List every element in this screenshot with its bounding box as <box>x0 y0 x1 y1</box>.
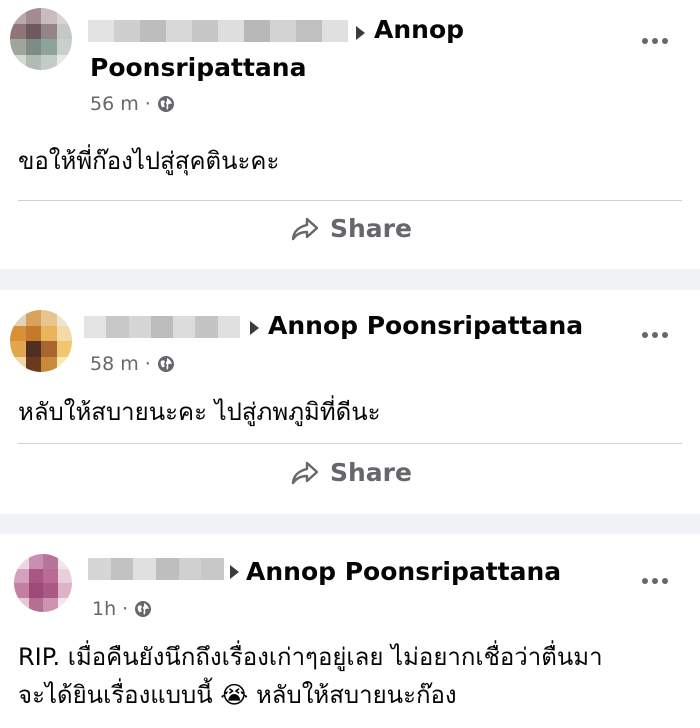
post-meta: 1h · <box>92 598 152 620</box>
post-text-line-2: จะได้ยินเรื่องแบบนี้ 😭 หลับให้สบายนะก๊อง <box>18 681 457 709</box>
target-name[interactable]: Annop <box>374 14 464 46</box>
post-meta: 56 m · <box>90 93 175 115</box>
author-name-blurred[interactable] <box>84 316 240 338</box>
more-options-icon[interactable] <box>642 332 668 338</box>
arrow-right-icon <box>230 565 239 579</box>
share-label: Share <box>330 458 412 487</box>
share-label: Share <box>330 214 412 243</box>
divider <box>18 443 682 444</box>
meta-separator: · <box>122 598 129 620</box>
target-name[interactable]: Annop Poonsripattana <box>246 556 561 588</box>
avatar[interactable] <box>10 310 72 372</box>
divider <box>18 200 682 201</box>
arrow-right-icon <box>250 321 259 335</box>
meta-separator: · <box>144 353 151 375</box>
author-name-blurred[interactable] <box>88 558 225 580</box>
globe-icon <box>157 95 175 113</box>
globe-icon <box>157 355 175 373</box>
comment-feed: Annop Poonsripattana 56 m · ขอให้พี่ก๊อง… <box>0 0 700 728</box>
avatar[interactable] <box>10 8 72 70</box>
target-name-line2[interactable]: Poonsripattana <box>90 52 306 84</box>
share-button[interactable]: Share <box>290 458 412 487</box>
post-card: Annop Poonsripattana 58 m · หลับให้สบายน… <box>0 290 700 514</box>
share-icon <box>290 460 320 486</box>
post-text: ขอให้พี่ก๊องไปสู่สุคตินะคะ <box>18 147 280 175</box>
more-options-icon[interactable] <box>642 38 668 44</box>
post-text: หลับให้สบายนะคะ ไปสู่ภพภูมิที่ดีนะ <box>18 398 381 426</box>
avatar[interactable] <box>14 554 72 612</box>
timestamp[interactable]: 56 m <box>90 93 139 115</box>
post-card: Annop Poonsripattana 1h · RIP. เมื่อคืนย… <box>0 534 700 728</box>
timestamp[interactable]: 1h <box>92 598 116 620</box>
post-meta: 58 m · <box>90 353 175 375</box>
post-card: Annop Poonsripattana 56 m · ขอให้พี่ก๊อง… <box>0 0 700 269</box>
post-text-line-1: RIP. เมื่อคืนยังนึกถึงเรื่องเก่าๆอยู่เลย… <box>18 643 603 671</box>
share-icon <box>290 216 320 242</box>
meta-separator: · <box>144 93 151 115</box>
globe-icon <box>134 600 152 618</box>
arrow-right-icon <box>356 26 365 40</box>
timestamp[interactable]: 58 m <box>90 353 139 375</box>
author-name-blurred[interactable] <box>88 20 348 42</box>
target-name[interactable]: Annop Poonsripattana <box>268 310 583 342</box>
more-options-icon[interactable] <box>642 578 668 584</box>
share-button[interactable]: Share <box>290 214 412 243</box>
